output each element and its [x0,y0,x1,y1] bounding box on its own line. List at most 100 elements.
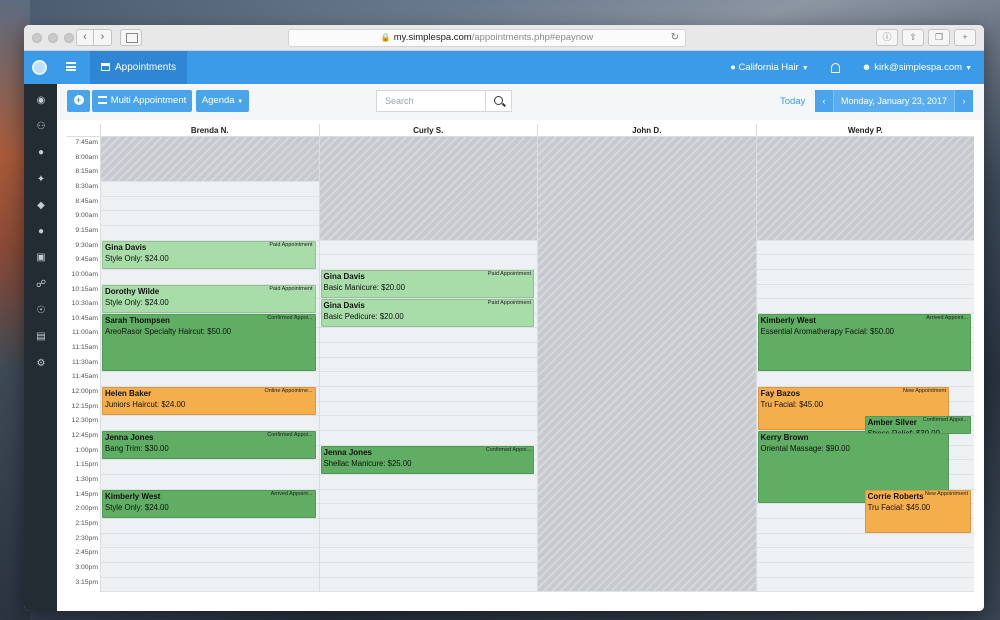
unavailable-block [101,137,319,181]
minimize-window-button[interactable] [48,33,58,43]
appointment-client: Kerry Brown [760,433,809,442]
circle-icon[interactable]: ● [36,227,46,237]
url-host: my.simplespa.com [393,32,472,43]
zoom-window-button[interactable] [64,33,74,43]
appointment-card[interactable]: Paid Appointment Gina Davis Basic Pedicure… [320,299,534,328]
time-slot-label: 9:30am [75,241,98,249]
staff-column-header: Curly S. [318,124,538,137]
gift-icon[interactable]: ▣ [36,253,46,263]
reload-icon[interactable]: ↻ [671,30,679,46]
url-path: /appointments.php#epaynow [471,32,594,43]
time-slot-label: 11:00am [72,329,98,337]
appointment-card[interactable]: New Appointment Corrie Roberts Tru Facial:… [864,489,971,533]
prev-day-button[interactable]: ‹ [815,90,833,112]
time-slot-label: 2:45pm [75,549,98,557]
appointment-service: Style Only: $24.00 [105,502,169,512]
appointment-service: Bang Trim: $30.00 [105,444,169,453]
user-email: kirk@simplespa.com [874,62,963,73]
hamburger-menu-icon[interactable] [66,62,76,71]
header-right: ● California Hair ▼ ☻ kirk@simplespa.com ▼ [730,51,972,84]
left-sidebar: ◉ ⚇ ● ✦ ◆ ● ▣ ☍ ☉ ▤ ⚙ [24,84,57,611]
time-slot-label: 1:45pm [75,490,98,498]
date-picker[interactable]: Monday, January 23, 2017 [833,90,955,112]
bar-chart-icon[interactable]: ▤ [36,332,46,342]
forward-button[interactable]: › [94,29,112,46]
appointment-card[interactable]: Confirmed Appoi... Jenna Jones Shellac Man… [320,445,534,474]
appointment-card[interactable]: Arrived Appoint... Kimberly West Essential… [757,313,971,372]
gear-icon[interactable]: ⚙ [36,359,46,369]
address-bar[interactable]: 🔒 my.simplespa.com/appointments.php#epayn… [288,29,686,47]
appointment-card[interactable]: Arrived Appoint... Kimberly West Style Onl… [102,489,316,518]
time-slot-label: 9:15am [75,226,98,234]
staff-column-header: John D. [537,124,756,137]
schedule-grid: Paid Appointment Gina Davis Style Only: $2… [100,137,974,592]
time-slot-label: 3:00pm [75,563,98,571]
time-slot-label: 12:30pm [71,417,98,425]
agenda-dropdown[interactable]: Agenda ▼ [196,90,249,112]
appointment-status: New Appointment [924,490,968,497]
appointment-service: Tru Facial: $45.00 [867,502,931,512]
staff-column-header: Brenda N. [100,124,319,137]
appointment-status: Confirmed Appoi... [922,417,968,424]
magic-wand-icon[interactable]: ✦ [36,175,46,185]
time-slot-label: 8:30am [75,182,98,190]
appointment-status: Online Appointme... [264,388,313,395]
dashboard-icon[interactable]: ◉ [36,96,46,106]
appointment-service: Style Only: $24.00 [105,253,169,263]
appointment-status: Confirmed Appoi... [485,446,531,453]
location-dropdown[interactable]: ● California Hair ▼ [730,62,809,73]
user-menu[interactable]: ☻ kirk@simplespa.com ▼ [862,62,972,73]
appointment-card[interactable]: Paid Appointment Gina Davis Basic Manicure… [320,269,534,299]
time-column: 7:45am 8:00am 8:15am 8:30am 8:45am 9:00am 9:15… [67,137,100,592]
browser-sidebar-toggle-icon[interactable] [120,29,142,46]
time-slot-label: 3:15pm [75,578,98,586]
user-icon[interactable]: ● [36,148,46,158]
appointment-service: Juniors Haircut: $24.00 [105,400,186,410]
appointment-card[interactable]: Paid Appointment Gina Davis Style Only: $2… [102,240,316,269]
add-appointment-button[interactable]: + [67,90,90,112]
appointment-service: Basic Pedicure: $20.00 [323,312,404,322]
appointment-card[interactable]: Confirmed Appoi... Jenna Jones Bang Trim: … [102,431,316,460]
app-header: Appointments ● California Hair ▼ ☻ kirk@s… [24,51,984,84]
tab-appointments[interactable]: Appointments [90,51,188,84]
appointment-card[interactable]: Online Appointme... Helen Baker Juniors Ha… [102,387,316,416]
profile-icon[interactable]: ☉ [36,306,46,316]
today-link[interactable]: Today [780,96,805,107]
close-window-button[interactable] [32,33,42,43]
search-input[interactable]: Search [376,90,486,112]
new-tab-icon[interactable]: + [954,29,976,46]
appointment-card[interactable]: Confirmed Appoi... Sarah Thompsen AreoRaso… [102,313,316,372]
unavailable-block [319,137,537,240]
back-button[interactable]: ‹ [76,29,94,46]
list-icon [97,96,107,104]
time-slot-label: 9:00am [75,212,98,220]
tab-appointments-label: Appointments [115,62,177,73]
time-slot-label: 11:15am [72,344,98,352]
info-icon[interactable]: ⓘ [876,29,898,46]
app-logo[interactable] [32,60,47,75]
appointment-card[interactable]: Confirmed Appoi... Amber Silver Stress Rel… [864,416,971,435]
tabs-icon[interactable]: ❐ [928,29,950,46]
multi-appointment-button[interactable]: Multi Appointment [92,90,192,112]
calendar-icon [101,63,110,71]
time-slot-label: 2:15pm [75,519,98,527]
time-slot-label: 12:00pm [71,388,98,396]
appointment-status: New Appointment [903,388,947,395]
time-slot-label: 10:45am [71,314,98,322]
appointment-card[interactable]: Paid Appointment Dorothy Wilde Style Only:… [102,284,316,313]
main-content: + Multi Appointment Agenda ▼ Search Toda… [57,84,984,611]
share-icon[interactable]: ⇧ [902,29,924,46]
tag-icon[interactable]: ◆ [36,201,46,211]
lock-icon: 🔒 [380,33,391,42]
bell-icon[interactable] [830,62,840,73]
agenda-label: Agenda [201,95,235,106]
time-slot-label: 10:30am [71,300,98,308]
time-slot-label: 1:15pm [75,461,98,469]
link-icon[interactable]: ☍ [36,280,46,290]
unavailable-block [538,137,756,592]
staff-column-header: Wendy P. [755,124,975,137]
history-nav: ‹ › [76,29,112,46]
users-icon[interactable]: ⚇ [36,122,46,132]
search-icon[interactable] [486,90,512,112]
next-day-button[interactable]: › [955,90,973,112]
